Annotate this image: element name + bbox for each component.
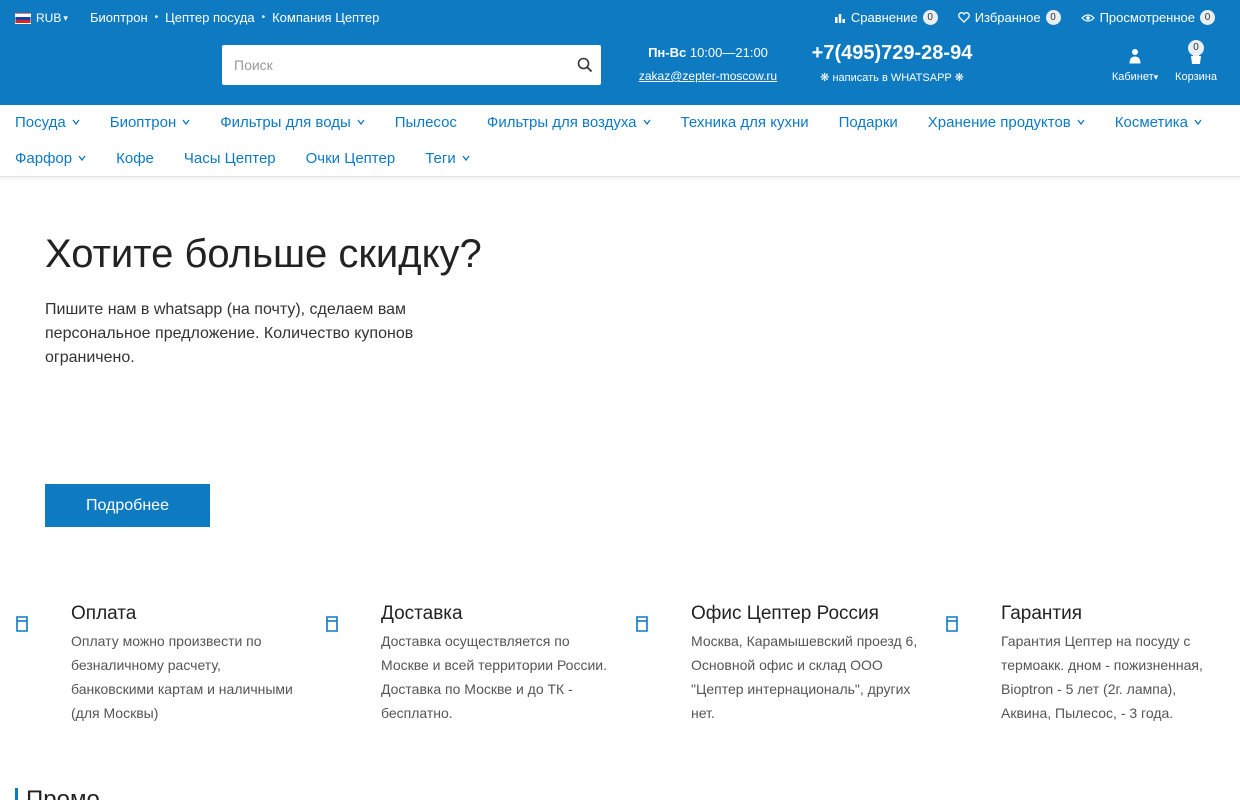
heart-icon [957, 12, 970, 23]
compare-count-badge: 0 [922, 10, 938, 25]
russia-flag-icon [15, 12, 31, 24]
work-days: Пн-Вс [648, 45, 687, 60]
email-link[interactable]: zakaz@zepter-moscow.ru [635, 69, 781, 83]
header-toolbar: Сравнение 0 Избранное 0 Просмотренное 0 [814, 10, 1215, 25]
separator-dot: • [154, 12, 159, 23]
feature-title: Гарантия [1001, 603, 1083, 624]
work-hours: Пн-Вс 10:00—21:00 [635, 45, 781, 60]
viewed-link[interactable]: Просмотренное 0 [1080, 10, 1215, 25]
chevron-down-icon [462, 153, 470, 164]
chevron-down-icon: ▾ [63, 12, 68, 23]
top-link-bioptron[interactable]: Биоптрон [90, 10, 148, 25]
top-link-cookware[interactable]: Цептер посуда [165, 10, 254, 25]
nav-item-cosmetics[interactable]: Косметика [1115, 114, 1202, 131]
feature-title: Офис Цептер Россия [691, 603, 879, 624]
nav-row-1: Посуда Биоптрон Фильтры для воды Пылесос… [15, 114, 1232, 131]
feature-text: Оплату можно произвести по безналичному … [71, 633, 293, 721]
nav-item-cookware[interactable]: Посуда [15, 114, 80, 131]
cart-icon [1172, 52, 1220, 66]
user-icon [1110, 46, 1160, 66]
nav-item-watches[interactable]: Часы Цептер [184, 150, 276, 167]
currency-selector[interactable]: RUB ▾ [15, 11, 68, 25]
compare-label: Сравнение [850, 10, 918, 25]
currency-label: RUB [36, 11, 62, 25]
nav-item-porcelain[interactable]: Фарфор [15, 150, 86, 167]
search-button[interactable] [575, 55, 595, 75]
top-links: Биоптрон • Цептер посуда • Компания Цепт… [90, 10, 379, 25]
feature-text: Доставка осуществляется по Москве и всей… [381, 633, 608, 721]
favorites-count-badge: 0 [1045, 10, 1061, 25]
nav-item-water-filters[interactable]: Фильтры для воды [220, 114, 365, 131]
separator-dot: • [261, 12, 266, 23]
top-bar: RUB ▾ Биоптрон • Цептер посуда • Компани… [0, 0, 1240, 36]
nav-item-coffee[interactable]: Кофе [116, 150, 154, 167]
chevron-down-icon [72, 117, 80, 128]
work-hours-block: Пн-Вс 10:00—21:00 zakaz@zepter-moscow.ru [635, 45, 781, 83]
top-link-company[interactable]: Компания Цептер [272, 10, 379, 25]
viewed-count-badge: 0 [1200, 10, 1215, 25]
eye-icon [1080, 13, 1095, 22]
account-button[interactable]: Кабинет▾ [1110, 46, 1160, 83]
feature-text: Москва, Карамышевский проезд 6, Основной… [691, 633, 918, 721]
feature-text: Гарантия Цептер на посуду с термоакк. дн… [1001, 633, 1203, 721]
more-button[interactable]: Подробнее [45, 484, 210, 527]
cart-label: Корзина [1175, 71, 1217, 83]
nav-item-kitchen-appliances[interactable]: Техника для кухни [681, 114, 809, 131]
chevron-down-icon [357, 117, 365, 128]
main-nav: Посуда Биоптрон Фильтры для воды Пылесос… [0, 105, 1240, 177]
chevron-down-icon [182, 117, 190, 128]
truck-icon [325, 608, 345, 638]
wallet-icon [15, 608, 35, 638]
favorites-link[interactable]: Избранное 0 [957, 10, 1061, 25]
feature-title: Оплата [71, 603, 137, 624]
contact-block: +7(495)729-28-94 ❋ написать в WHATSAPP ❋ [810, 42, 974, 84]
nav-item-tags[interactable]: Теги [425, 150, 470, 167]
compare-icon [834, 13, 845, 23]
nav-row-2: Фарфор Кофе Часы Цептер Очки Цептер Теги [15, 150, 500, 167]
shield-icon [945, 608, 965, 638]
whatsapp-link[interactable]: ❋ написать в WHATSAPP ❋ [810, 71, 974, 84]
promo-title: Хотите больше скидку? [45, 232, 482, 276]
promo-text: Пишите нам в whatsapp (на почту), сделае… [45, 301, 414, 366]
nav-item-air-filters[interactable]: Фильтры для воздуха [487, 114, 651, 131]
compare-link[interactable]: Сравнение 0 [834, 10, 938, 25]
cart-button[interactable]: 0 Корзина [1172, 40, 1220, 83]
phone-link[interactable]: +7(495)729-28-94 [810, 42, 974, 65]
chevron-down-icon [642, 117, 651, 128]
nav-item-food-storage[interactable]: Хранение продуктов [928, 114, 1085, 131]
feature-title: Доставка [381, 603, 463, 624]
viewed-label: Просмотренное [1099, 10, 1195, 25]
search-box [222, 45, 601, 85]
nav-item-gifts[interactable]: Подарки [839, 114, 898, 131]
account-label: Кабинет [1111, 71, 1154, 83]
nav-item-bioptron[interactable]: Биоптрон [110, 114, 191, 131]
nav-item-glasses[interactable]: Очки Цептер [306, 150, 396, 167]
search-input[interactable] [222, 45, 552, 85]
chevron-down-icon [78, 153, 86, 164]
chevron-down-icon [1077, 117, 1085, 128]
chevron-down-icon [1194, 117, 1202, 128]
search-icon [577, 57, 593, 73]
favorites-label: Избранное [974, 10, 1041, 25]
promo-section-title: Промо [15, 788, 100, 800]
office-icon [635, 608, 655, 638]
chevron-down-icon: ▾ [1153, 72, 1159, 82]
site-header: RUB ▾ Биоптрон • Цептер посуда • Компани… [0, 0, 1240, 105]
nav-item-vacuum[interactable]: Пылесос [395, 114, 457, 131]
work-time: 10:00—21:00 [689, 45, 768, 60]
